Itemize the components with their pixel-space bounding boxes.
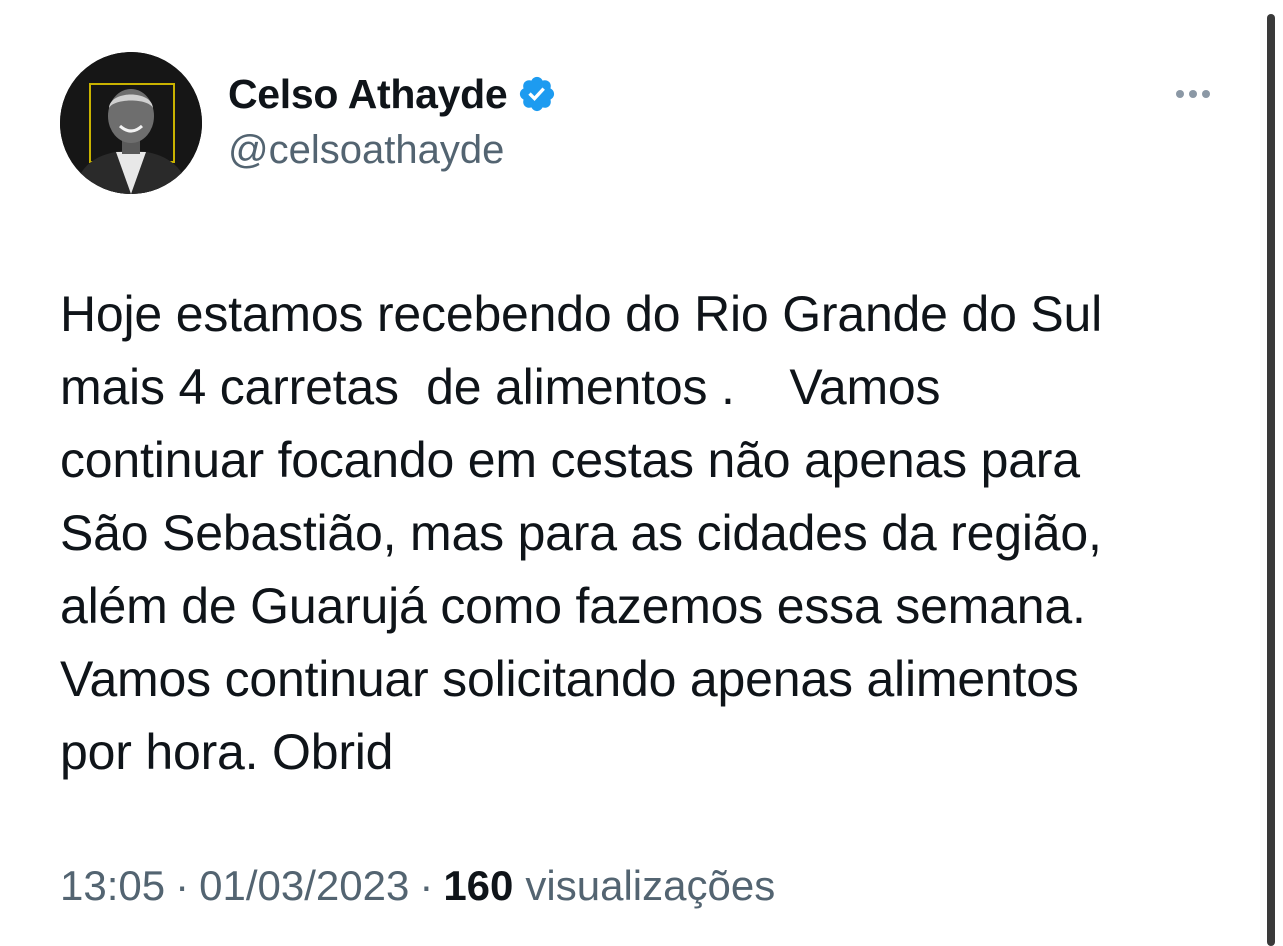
author-name-row: Celso Athayde bbox=[228, 68, 557, 120]
ellipsis-icon bbox=[1176, 90, 1184, 98]
author-avatar[interactable] bbox=[60, 52, 202, 194]
more-options-button[interactable] bbox=[1168, 80, 1218, 108]
avatar-photo-icon bbox=[60, 52, 202, 194]
separator: · bbox=[419, 862, 434, 909]
verified-badge-icon bbox=[517, 74, 557, 114]
tweet-metadata: 13:05 · 01/03/2023 · 160 visualizações bbox=[60, 862, 775, 910]
separator: · bbox=[175, 862, 190, 909]
scrollbar[interactable] bbox=[1267, 14, 1275, 946]
tweet-text: Hoje estamos recebendo do Rio Grande do … bbox=[60, 286, 1103, 780]
views-count: 160 bbox=[443, 862, 514, 909]
tweet-date[interactable]: 01/03/2023 bbox=[199, 862, 409, 910]
ellipsis-icon bbox=[1189, 90, 1197, 98]
author-handle[interactable]: @celsoathayde bbox=[228, 128, 504, 173]
tweet-time[interactable]: 13:05 bbox=[60, 862, 165, 910]
author-display-name[interactable]: Celso Athayde bbox=[228, 71, 508, 118]
views-label: visualizações bbox=[525, 862, 776, 909]
ellipsis-icon bbox=[1202, 90, 1210, 98]
tweet-card: Celso Athayde @celsoathayde Hoje estamos… bbox=[0, 0, 1283, 946]
